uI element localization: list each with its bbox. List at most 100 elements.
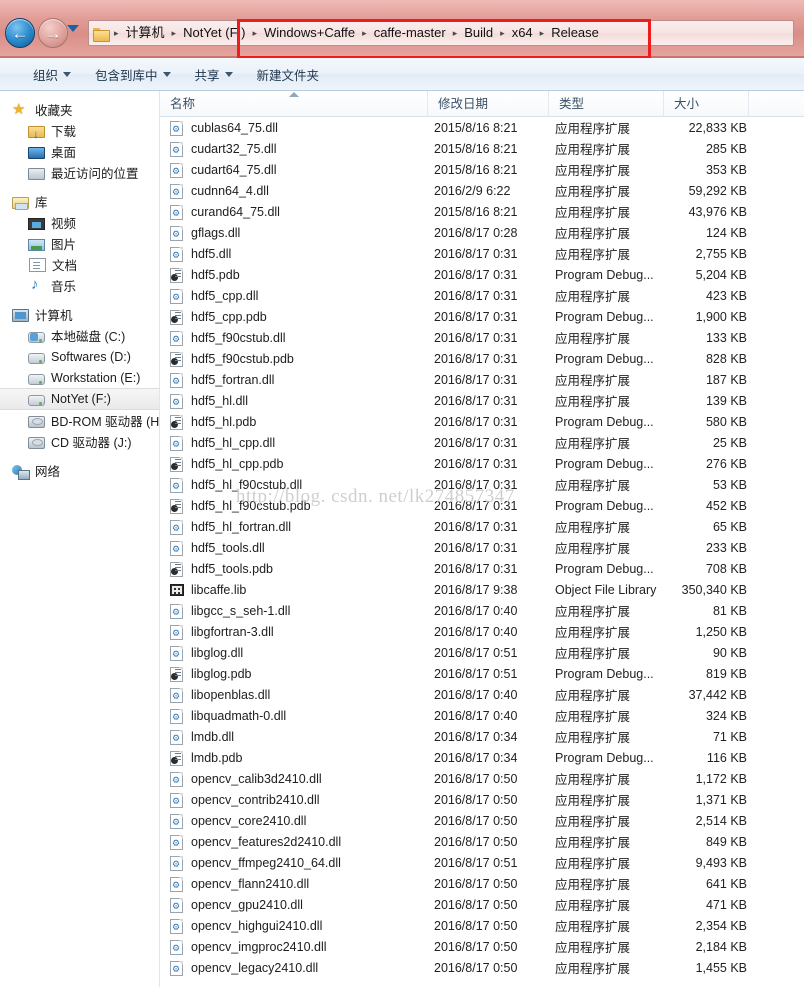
table-row[interactable]: hdf5.pdb 2016/8/17 0:31 Program Debug... 5,… xyxy=(160,264,804,285)
nav-group-header[interactable]: 库 xyxy=(0,191,159,212)
table-row[interactable]: hdf5_hl_f90cstub.pdb 2016/8/17 0:31 Progra… xyxy=(160,495,804,516)
file-size-cell: 1,371 KB xyxy=(695,792,747,807)
command-bar-item[interactable]: 包含到库中 xyxy=(86,61,180,88)
table-row[interactable]: cudnn64_4.dll 2016/2/9 6:22 应用程序扩展 59,292 K… xyxy=(160,180,804,201)
table-row[interactable]: opencv_imgproc2410.dll 2016/8/17 0:50 应用程序… xyxy=(160,936,804,957)
file-name: hdf5_fortran.dll xyxy=(191,372,275,387)
table-row[interactable]: hdf5_f90cstub.dll 2016/8/17 0:31 应用程序扩展 133… xyxy=(160,327,804,348)
nav-group-header-label: 网络 xyxy=(35,465,61,479)
column-header-date[interactable]: 修改日期 xyxy=(428,91,549,117)
table-row[interactable]: hdf5_cpp.pdb 2016/8/17 0:31 Program Debug.… xyxy=(160,306,804,327)
table-row[interactable]: hdf5_tools.pdb 2016/8/17 0:31 Program Debu… xyxy=(160,558,804,579)
file-name: gflags.dll xyxy=(191,225,241,240)
sidebar-item[interactable]: Workstation (E:) xyxy=(0,367,159,388)
table-row[interactable]: opencv_contrib2410.dll 2016/8/17 0:50 应用程序… xyxy=(160,789,804,810)
table-row[interactable]: hdf5_cpp.dll 2016/8/17 0:31 应用程序扩展 423 KB xyxy=(160,285,804,306)
file-list-pane[interactable]: 名称 修改日期 类型 大小 cublas64_75.dll 2015/8/16 8… xyxy=(160,91,804,987)
table-row[interactable]: libglog.pdb 2016/8/17 0:51 Program Debug..… xyxy=(160,663,804,684)
table-row[interactable]: hdf5_hl_cpp.pdb 2016/8/17 0:31 Program Deb… xyxy=(160,453,804,474)
column-header-name[interactable]: 名称 xyxy=(160,91,428,117)
breadcrumb-item[interactable]: NotYet (F:) xyxy=(179,22,249,44)
table-row[interactable]: gflags.dll 2016/8/17 0:28 应用程序扩展 124 KB xyxy=(160,222,804,243)
sidebar-item[interactable]: CD 驱动器 (J:) xyxy=(0,431,159,452)
table-row[interactable]: opencv_core2410.dll 2016/8/17 0:50 应用程序扩展 2… xyxy=(160,810,804,831)
table-row[interactable]: hdf5_hl_f90cstub.dll 2016/8/17 0:31 应用程序扩展… xyxy=(160,474,804,495)
breadcrumb-item[interactable]: Build xyxy=(460,22,497,44)
table-row[interactable]: opencv_highgui2410.dll 2016/8/17 0:50 应用程序… xyxy=(160,915,804,936)
breadcrumb-item[interactable]: caffe-master xyxy=(370,22,450,44)
sidebar-item[interactable]: BD-ROM 驱动器 (H xyxy=(0,410,159,431)
table-row[interactable]: hdf5_hl.pdb 2016/8/17 0:31 Program Debug..… xyxy=(160,411,804,432)
file-name-cell: libglog.pdb xyxy=(160,666,428,682)
navigation-buttons: ← → xyxy=(5,18,83,48)
table-row[interactable]: hdf5_f90cstub.pdb 2016/8/17 0:31 Program D… xyxy=(160,348,804,369)
sidebar-item[interactable]: 文档 xyxy=(0,254,159,275)
title-bar: ← → ▸ 计算机 ▸ NotYet (F:) ▸ Windows+Caffe ▸ caffe… xyxy=(0,0,804,58)
nav-group-header[interactable]: 收藏夹 xyxy=(0,99,159,120)
table-row[interactable]: opencv_ffmpeg2410_64.dll 2016/8/17 0:51 应用… xyxy=(160,852,804,873)
sidebar-item[interactable]: NotYet (F:) xyxy=(0,388,159,410)
file-type-cell: 应用程序扩展 xyxy=(555,773,631,787)
sidebar-item-label: Workstation (E:) xyxy=(51,370,141,385)
command-bar-item[interactable]: 共享 xyxy=(186,61,242,88)
sidebar-item[interactable]: 本地磁盘 (C:) xyxy=(0,325,159,346)
file-date-cell: 2016/8/17 0:51 xyxy=(434,855,518,870)
table-row[interactable]: hdf5_fortran.dll 2016/8/17 0:31 应用程序扩展 187 … xyxy=(160,369,804,390)
file-size-cell: 828 KB xyxy=(705,351,747,366)
sidebar-item[interactable]: 最近访问的位置 xyxy=(0,162,159,183)
file-name-cell: libgfortran-3.dll xyxy=(160,624,428,640)
command-bar-item[interactable]: 新建文件夹 xyxy=(248,61,329,88)
nav-group-header[interactable]: 计算机 xyxy=(0,304,159,325)
table-row[interactable]: hdf5.dll 2016/8/17 0:31 应用程序扩展 2,755 KB xyxy=(160,243,804,264)
file-type-cell: 应用程序扩展 xyxy=(555,542,631,556)
table-row[interactable]: opencv_gpu2410.dll 2016/8/17 0:50 应用程序扩展 47… xyxy=(160,894,804,915)
column-header-type[interactable]: 类型 xyxy=(549,91,664,117)
table-row[interactable]: libgfortran-3.dll 2016/8/17 0:40 应用程序扩展 1,2… xyxy=(160,621,804,642)
table-row[interactable]: libcaffe.lib 2016/8/17 9:38 Object File Li… xyxy=(160,579,804,600)
command-bar-item[interactable]: 组织 xyxy=(24,61,80,88)
sidebar-item[interactable]: 图片 xyxy=(0,233,159,254)
file-date-cell: 2016/8/17 0:31 xyxy=(434,540,518,555)
file-name-cell: hdf5_tools.dll xyxy=(160,540,428,556)
breadcrumb-item[interactable]: Release xyxy=(547,22,603,44)
table-row[interactable]: libquadmath-0.dll 2016/8/17 0:40 应用程序扩展 324… xyxy=(160,705,804,726)
sidebar-item[interactable]: Softwares (D:) xyxy=(0,346,159,367)
navigation-pane[interactable]: 收藏夹下载桌面最近访问的位置库视频图片文档音乐计算机本地磁盘 (C:) Softw… xyxy=(0,91,160,987)
file-name-cell: hdf5_f90cstub.dll xyxy=(160,330,428,346)
file-date-cell: 2016/8/17 0:51 xyxy=(434,645,518,660)
file-type-cell: Program Debug... xyxy=(555,561,654,576)
file-name-cell: opencv_imgproc2410.dll xyxy=(160,939,428,955)
table-row[interactable]: libgcc_s_seh-1.dll 2016/8/17 0:40 应用程序扩展 81… xyxy=(160,600,804,621)
table-row[interactable]: opencv_legacy2410.dll 2016/8/17 0:50 应用程序扩… xyxy=(160,957,804,978)
sidebar-item[interactable]: 音乐 xyxy=(0,275,159,296)
nav-group-header[interactable]: 网络 xyxy=(0,460,159,481)
column-header-size[interactable]: 大小 xyxy=(664,91,749,117)
sidebar-item[interactable]: 视频 xyxy=(0,212,159,233)
table-row[interactable]: curand64_75.dll 2015/8/16 8:21 应用程序扩展 43,97… xyxy=(160,201,804,222)
dll-file-icon xyxy=(170,918,184,934)
sidebar-item[interactable]: 桌面 xyxy=(0,141,159,162)
table-row[interactable]: opencv_flann2410.dll 2016/8/17 0:50 应用程序扩展… xyxy=(160,873,804,894)
recent-pages-dropdown-icon[interactable] xyxy=(67,25,79,32)
table-row[interactable]: opencv_features2d2410.dll 2016/8/17 0:50 应… xyxy=(160,831,804,852)
forward-button[interactable]: → xyxy=(38,18,68,48)
table-row[interactable]: hdf5_hl_fortran.dll 2016/8/17 0:31 应用程序扩展 6… xyxy=(160,516,804,537)
table-row[interactable]: lmdb.pdb 2016/8/17 0:34 Program Debug... 11… xyxy=(160,747,804,768)
table-row[interactable]: libopenblas.dll 2016/8/17 0:40 应用程序扩展 37,44… xyxy=(160,684,804,705)
table-row[interactable]: cublas64_75.dll 2015/8/16 8:21 应用程序扩展 22,83… xyxy=(160,117,804,138)
table-row[interactable]: cudart64_75.dll 2015/8/16 8:21 应用程序扩展 353 K… xyxy=(160,159,804,180)
table-row[interactable]: libglog.dll 2016/8/17 0:51 应用程序扩展 90 KB xyxy=(160,642,804,663)
table-row[interactable]: opencv_calib3d2410.dll 2016/8/17 0:50 应用程序… xyxy=(160,768,804,789)
table-row[interactable]: lmdb.dll 2016/8/17 0:34 应用程序扩展 71 KB xyxy=(160,726,804,747)
table-row[interactable]: hdf5_tools.dll 2016/8/17 0:31 应用程序扩展 233 KB xyxy=(160,537,804,558)
table-row[interactable]: hdf5_hl_cpp.dll 2016/8/17 0:31 应用程序扩展 25 KB xyxy=(160,432,804,453)
breadcrumb-item[interactable]: 计算机 xyxy=(122,22,169,44)
table-row[interactable]: hdf5_hl.dll 2016/8/17 0:31 应用程序扩展 139 KB xyxy=(160,390,804,411)
address-bar[interactable]: ▸ 计算机 ▸ NotYet (F:) ▸ Windows+Caffe ▸ caffe-mas… xyxy=(88,20,794,46)
command-bar-item-label: 包含到库中 xyxy=(95,68,158,83)
breadcrumb-item[interactable]: Windows+Caffe xyxy=(260,22,359,44)
table-row[interactable]: cudart32_75.dll 2015/8/16 8:21 应用程序扩展 285 K… xyxy=(160,138,804,159)
sidebar-item[interactable]: 下载 xyxy=(0,120,159,141)
back-button[interactable]: ← xyxy=(5,18,35,48)
breadcrumb-item[interactable]: x64 xyxy=(508,22,537,44)
